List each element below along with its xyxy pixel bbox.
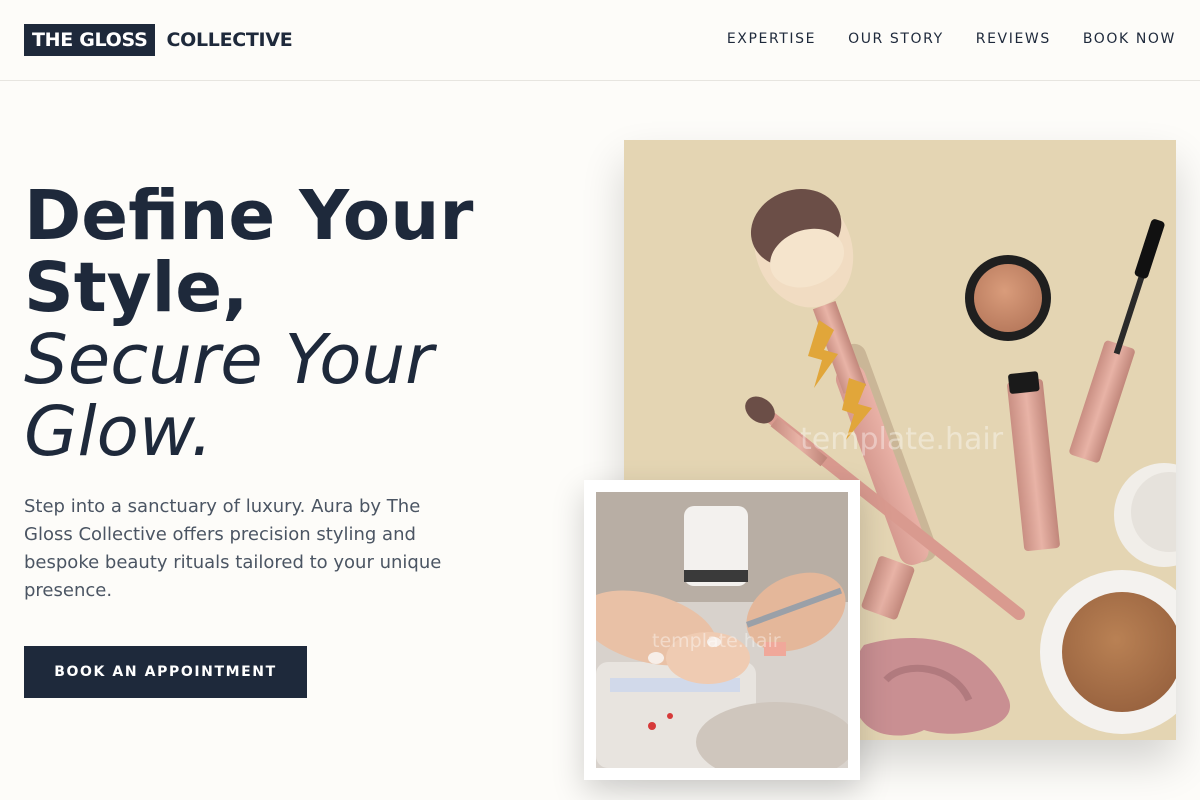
book-appointment-button[interactable]: BOOK AN APPOINTMENT [24, 646, 307, 698]
nail-service-photo: template.hair [596, 492, 848, 768]
site-header: THE GLOSS COLLECTIVE EXPERTISE OUR STORY… [0, 0, 1200, 81]
lipgloss-tube [1007, 371, 1060, 552]
nav-reviews[interactable]: REVIEWS [976, 31, 1051, 47]
main-nav: EXPERTISE OUR STORY REVIEWS BOOK NOW [727, 31, 1176, 47]
hero-title-line-4: Glow. [24, 392, 213, 472]
nav-book-now[interactable]: BOOK NOW [1083, 31, 1176, 47]
mascara [1069, 219, 1165, 463]
compact-powder [1040, 463, 1176, 734]
hero-title-line-3: Secure Your [24, 320, 434, 400]
blush-pot [965, 255, 1051, 341]
nav-expertise[interactable]: EXPERTISE [727, 31, 816, 47]
small-tube [861, 556, 915, 620]
nav-our-story[interactable]: OUR STORY [848, 31, 944, 47]
brand-logo[interactable]: THE GLOSS COLLECTIVE [24, 24, 293, 56]
hero-title-line-1: Define Your [24, 176, 474, 256]
hero-title-line-2: Style, [24, 248, 249, 328]
inset-image-watermark: template.hair [652, 630, 781, 652]
hero-description: Step into a sanctuary of luxury. Aura by… [24, 496, 442, 601]
lightning-earring-1 [808, 320, 838, 388]
nail-photo-frame: template.hair [584, 480, 860, 780]
velvet-scrunchie [853, 637, 1011, 736]
main-image-watermark: template.hair [800, 422, 1004, 457]
logo-box: THE GLOSS [24, 24, 156, 56]
hero-title: Define Your Style, Secure Your Glow. [24, 180, 564, 468]
logo-text: COLLECTIVE [166, 29, 293, 51]
